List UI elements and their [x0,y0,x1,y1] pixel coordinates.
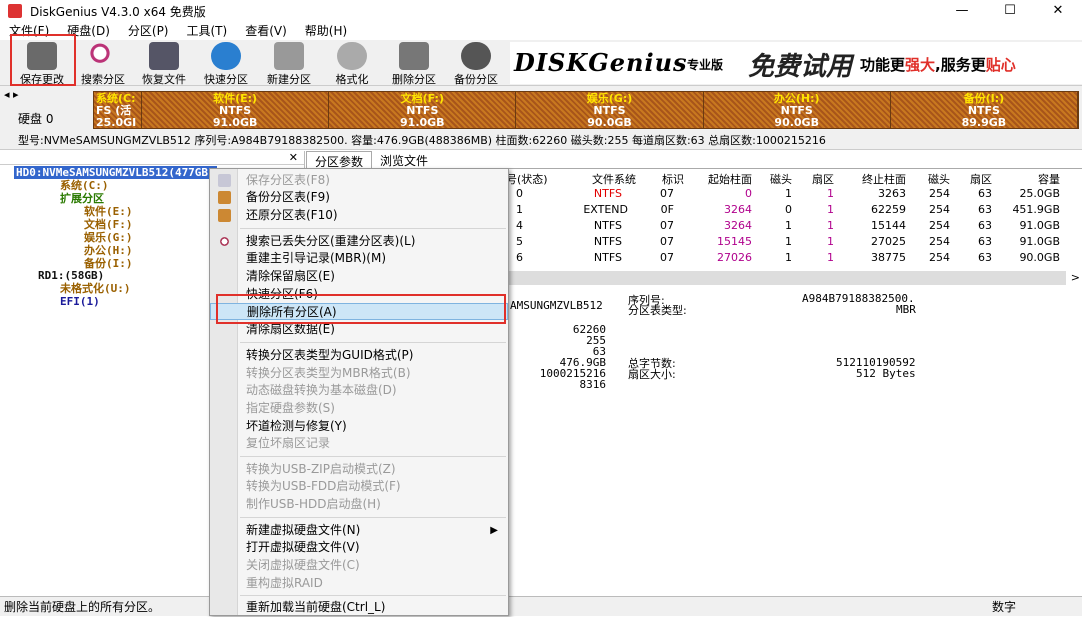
maximize-button[interactable]: ☐ [986,0,1034,22]
detail-model: AMSUNGMZVLB512 [510,299,603,312]
tab-bar: 分区参数 浏览文件 [306,151,1082,169]
tree-item-office[interactable]: 办公(H:) [84,244,133,257]
recover-files-button[interactable]: 恢复文件 [134,42,194,86]
menu-item-open-virtual-disk[interactable]: 打开虚拟硬盘文件(V) [210,539,508,556]
partition-block-c[interactable]: 系统(C: FS (活 25.0GI [94,92,142,129]
menu-item-usb-hdd[interactable]: 制作USB-HDD启动盘(H) [210,496,508,513]
menu-item-reset-bad-sector-log[interactable]: 复位坏扇区记录 [210,435,508,452]
disk-label: 硬盘 0 [18,112,54,126]
quick-partition-icon [211,42,241,70]
scroll-right-icon[interactable]: > [1071,271,1080,284]
tree-item-extended[interactable]: 扩展分区 [60,192,104,205]
table-scrollbar[interactable]: > [506,271,1080,285]
menu-item-convert-to-guid[interactable]: 转换分区表类型为GUID格式(P) [210,347,508,364]
highlight-box-delete-all [216,294,506,324]
backup-partition-button[interactable]: 备份分区 [446,42,506,86]
tree-item-software[interactable]: 软件(E:) [84,205,133,218]
diskgenius-logo: DISKGenius [514,48,688,77]
numlock-indicator: 数字 [992,600,1017,614]
edition-label: 专业版 [687,58,724,72]
menu-item-usb-fdd[interactable]: 转换为USB-FDD启动模式(F) [210,478,508,495]
format-icon [337,42,367,70]
detail-pt-label: 分区表类型: [628,304,687,317]
detail-8316: 8316 [579,378,607,391]
menu-tools[interactable]: 工具(T) [178,22,237,40]
quick-partition-button[interactable]: 快速分区 [196,42,256,86]
detail-sector-size-label: 扇区大小: [628,368,676,381]
partition-bar: 系统(C: FS (活 25.0GI 软件(E:) NTFS 91.0GB 文档(F:)… [93,91,1079,129]
partition-block-f[interactable]: 文档(F:) NTFS 91.0GB [329,92,517,129]
title-bar: DiskGenius V4.3.0 x64 免费版 — ☐ ✕ [0,0,1082,22]
menu-item-usb-zip[interactable]: 转换为USB-ZIP启动模式(Z) [210,461,508,478]
backup-icon [461,42,491,70]
menu-item-search-lost-partitions[interactable]: 搜索已丢失分区(重建分区表)(L) [210,233,508,250]
tree-header: ✕ [0,151,304,165]
highlight-box-save [10,34,76,86]
status-text: 删除当前硬盘上的所有分区。 [4,600,161,614]
partition-block-g[interactable]: 娱乐(G:) NTFS 90.0GB [516,92,704,129]
save-icon [218,174,231,187]
free-trial-text: 免费试用 [748,52,853,82]
window-title: DiskGenius V4.3.0 x64 免费版 [30,4,206,19]
menu-item-save-partition-table[interactable]: 保存分区表(F8) [210,172,508,189]
tree-item-efi[interactable]: EFI(1) [60,295,100,308]
menu-item-restore-partition-table[interactable]: 还原分区表(F10) [210,207,508,224]
partition-block-i[interactable]: 备份(I:) NTFS 89.9GB [890,92,1079,129]
partition-block-h[interactable]: 办公(H:) NTFS 90.0GB [703,92,891,129]
new-partition-icon [274,42,304,70]
search-icon [218,235,231,248]
context-menu: 保存分区表(F8) 备份分区表(F9) 还原分区表(F10) 搜索已丢失分区(重… [209,168,509,616]
menu-item-clear-reserved-sectors[interactable]: 清除保留扇区(E) [210,268,508,285]
restore-table-icon [218,209,231,222]
detail-pt: MBR [896,303,916,316]
disk-info-line: 型号:NVMeSAMSUNGMZVLB512 序列号:A984B79188382… [0,132,1082,150]
delete-icon [399,42,429,70]
tree-item-hd0[interactable]: HD0:NVMeSAMSUNGMZVLB512(477GB) [14,166,217,179]
slogan: 功能更强大,服务更贴心 [860,56,1016,74]
app-icon [8,4,22,18]
menu-item-reload-disk[interactable]: 重新加载当前硬盘(Ctrl_L) [210,599,508,616]
partition-block-e[interactable]: 软件(E:) NTFS 91.0GB [142,92,330,129]
menu-bar: 文件(F) 硬盘(D) 分区(P) 工具(T) 查看(V) 帮助(H) [0,22,1082,40]
menu-item-close-virtual-disk[interactable]: 关闭虚拟硬盘文件(C) [210,557,508,574]
new-partition-button[interactable]: 新建分区 [259,42,319,86]
tab-browse-files[interactable]: 浏览文件 [372,151,436,168]
menu-item-rebuild-mbr[interactable]: 重建主引导记录(MBR)(M) [210,250,508,267]
detail-sector-size: 512 Bytes [856,367,916,380]
backup-table-icon [218,191,231,204]
minimize-button[interactable]: — [938,0,986,22]
menu-item-bad-sector-check[interactable]: 坏道检测与修复(Y) [210,418,508,435]
menu-item-backup-partition-table[interactable]: 备份分区表(F9) [210,189,508,206]
menu-item-dynamic-to-basic[interactable]: 动态磁盘转换为基本磁盘(D) [210,382,508,399]
format-button[interactable]: 格式化 [322,42,382,86]
delete-partition-button[interactable]: 删除分区 [384,42,444,86]
menu-item-specify-disk-params[interactable]: 指定硬盘参数(S) [210,400,508,417]
menu-partition[interactable]: 分区(P) [119,22,178,40]
tab-partition-params[interactable]: 分区参数 [306,151,373,169]
disk-nav-arrows[interactable]: ◂ ▸ [4,88,19,101]
tree-item-rd1[interactable]: RD1:(58GB) [38,269,104,282]
status-bar: 删除当前硬盘上的所有分区。 数字 [0,596,1082,616]
close-button[interactable]: ✕ [1034,0,1082,22]
tree-item-unformatted[interactable]: 未格式化(U:) [60,282,131,295]
menu-item-convert-to-mbr[interactable]: 转换分区表类型为MBR格式(B) [210,365,508,382]
search-icon [88,42,118,70]
menu-item-rebuild-virtual-raid[interactable]: 重构虚拟RAID [210,575,508,592]
recover-icon [149,42,179,70]
menu-item-new-virtual-disk[interactable]: 新建虚拟硬盘文件(N) ▶ [210,522,508,539]
close-panel-icon[interactable]: ✕ [289,151,298,164]
search-partition-button[interactable]: 搜索分区 [73,42,133,86]
ad-banner: DISKGenius 专业版 免费试用 功能更强大,服务更贴心 [510,42,1082,84]
menu-help[interactable]: 帮助(H) [296,22,356,40]
tree-item-docs[interactable]: 文档(F:) [84,218,133,231]
tree-item-system[interactable]: 系统(C:) [60,179,109,192]
submenu-arrow-icon: ▶ [490,525,498,536]
tree-item-ent[interactable]: 娱乐(G:) [84,231,133,244]
menu-view[interactable]: 查看(V) [236,22,296,40]
